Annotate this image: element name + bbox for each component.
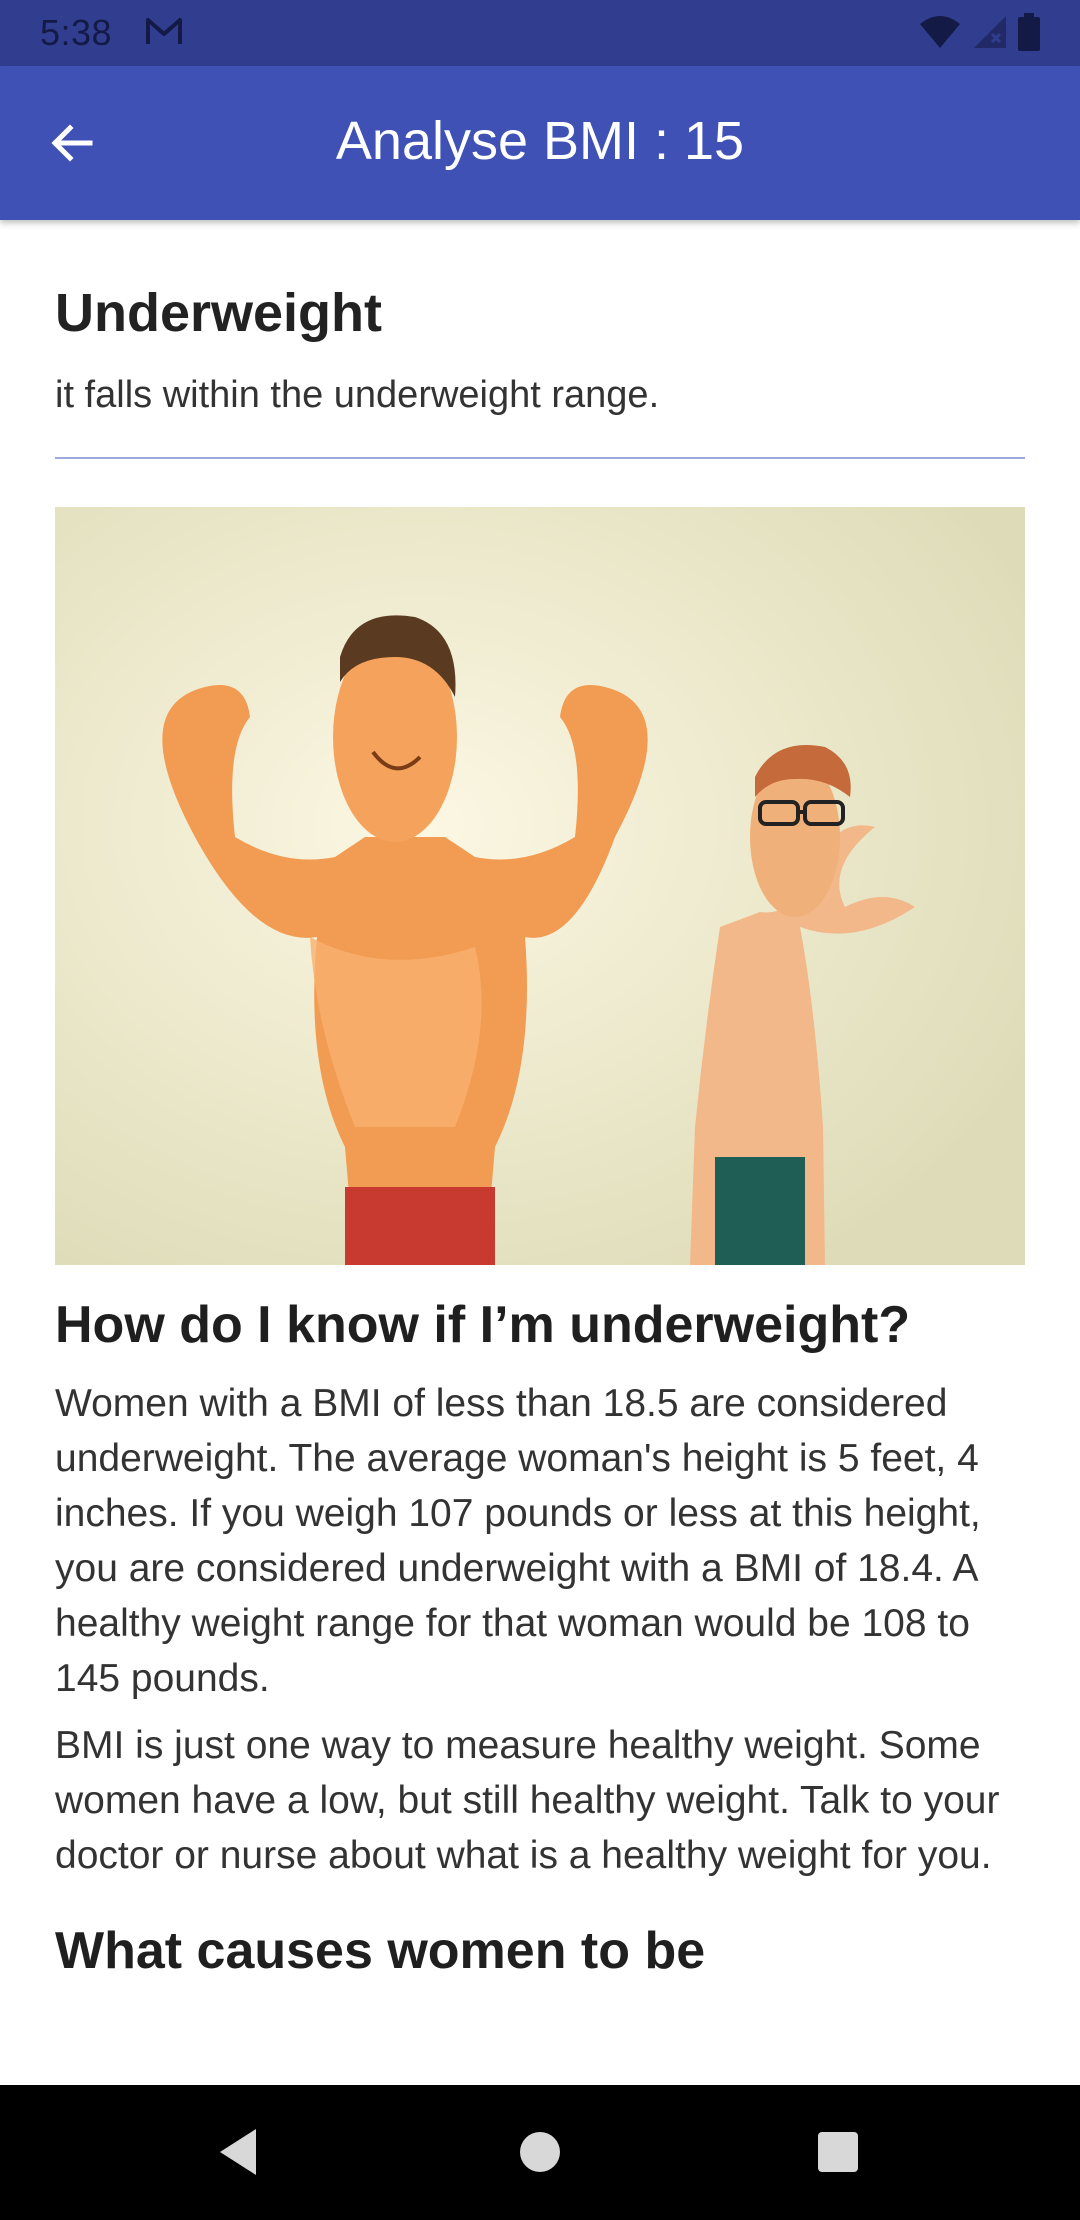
nav-recents-icon[interactable]	[818, 2132, 858, 2172]
divider	[55, 457, 1025, 459]
section-paragraph: BMI is just one way to measure healthy w…	[55, 1724, 1000, 1877]
app-bar: Analyse BMI : 15	[0, 66, 1080, 220]
nav-home-icon[interactable]	[520, 2132, 560, 2172]
bmi-category-title: Underweight	[55, 283, 383, 343]
section-paragraph: Women with a BMI of less than 18.5 are c…	[55, 1382, 981, 1700]
bmi-category-description: it falls within the underweight range.	[55, 374, 660, 416]
battery-icon	[1018, 13, 1040, 51]
wifi-icon	[920, 16, 960, 48]
system-nav-bar	[0, 2085, 1080, 2220]
muscular-vs-skinny-man-illustration	[55, 507, 1025, 1265]
signal-icon	[974, 16, 1006, 48]
section-heading: How do I know if I’m underweight?	[55, 1296, 911, 1354]
gmail-icon	[146, 18, 182, 44]
section-heading: What causes women to be	[55, 1922, 706, 1980]
status-bar: 5:38	[0, 0, 1080, 66]
status-time: 5:38	[40, 12, 113, 53]
content-scroll[interactable]: Underweight it falls within the underwei…	[55, 220, 1025, 2085]
page-title: Analyse BMI : 15	[335, 111, 745, 171]
nav-back-icon[interactable]	[218, 2127, 258, 2177]
status-icons	[918, 12, 1040, 52]
